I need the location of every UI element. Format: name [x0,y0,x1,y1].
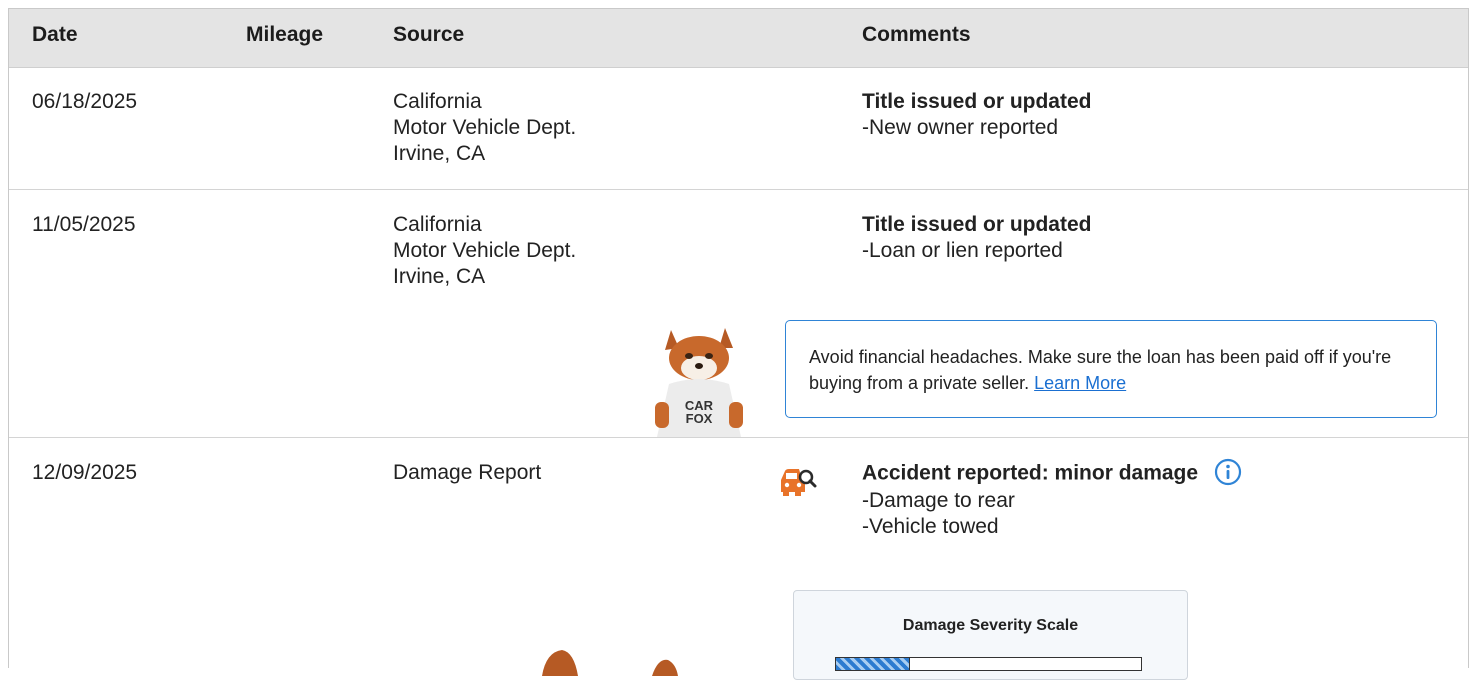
row-source: California Motor Vehicle Dept. Irvine, C… [393,212,576,290]
header-comments: Comments [862,23,971,46]
info-icon[interactable] [1214,458,1242,486]
header-mileage: Mileage [246,23,324,46]
row-source: Damage Report [393,460,541,486]
row-comments: Title issued or updated -Loan or lien re… [862,212,1091,264]
callout-text: Avoid financial headaches. Make sure the… [809,347,1392,393]
severity-track [835,657,1142,671]
comment-title: Title issued or updated [862,213,1092,236]
comment-title: Title issued or updated [862,90,1092,113]
severity-fill [836,658,911,670]
row-date: 11/05/2025 [32,213,136,236]
row-comments: Accident reported: minor damage -Damage … [862,458,1242,540]
source-line: Motor Vehicle Dept. [393,116,577,139]
comment-detail: -Vehicle towed [862,515,999,538]
comment-title: Accident reported: minor damage [862,461,1199,485]
header-source: Source [393,23,465,46]
table-row: 12/09/2025 Damage Report Accident report… [9,438,1468,678]
damage-severity-scale: Damage Severity Scale [793,590,1188,680]
source-line: Irvine, CA [393,142,486,165]
car-search-icon [781,469,817,496]
source-line: Motor Vehicle Dept. [393,239,577,262]
comment-detail: -New owner reported [862,116,1059,139]
source-line: California [393,90,482,113]
vehicle-history-table: Date Mileage Source Comments 06/18/2025 … [8,8,1469,680]
header-date: Date [32,23,78,46]
source-line: Damage Report [393,461,542,484]
row-date: 12/09/2025 [32,461,138,484]
learn-more-link[interactable]: Learn More [1034,373,1126,393]
carfox-mascot: CAR FOX [655,328,743,437]
row-comments: Title issued or updated -New owner repor… [862,89,1091,141]
comment-detail: -Damage to rear [862,489,1015,512]
carfox-mascot-partial [542,650,678,676]
comment-detail: -Loan or lien reported [862,239,1063,262]
table-row: 06/18/2025 California Motor Vehicle Dept… [9,67,1468,190]
row-source: California Motor Vehicle Dept. Irvine, C… [393,89,576,167]
mascot-shirt-text: FOX [686,411,713,426]
table-header: Date Mileage Source Comments [9,9,1468,68]
source-line: California [393,213,482,236]
row-date: 06/18/2025 [32,90,138,113]
source-line: Irvine, CA [393,265,486,288]
loan-advice-callout: Avoid financial headaches. Make sure the… [785,320,1437,418]
severity-title: Damage Severity Scale [902,617,1079,634]
